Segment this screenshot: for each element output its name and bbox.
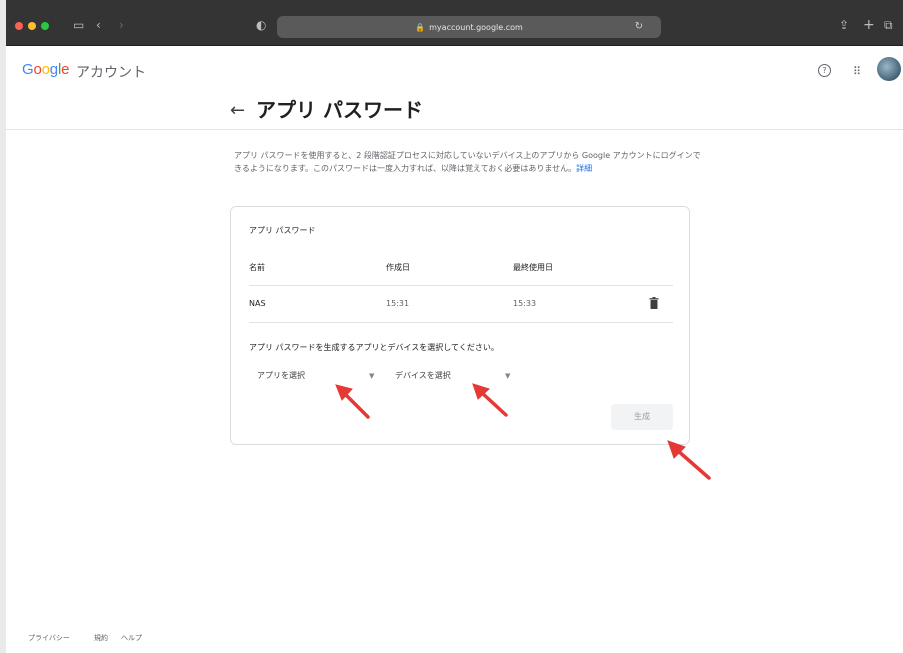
close-window-button[interactable]	[15, 22, 23, 30]
description-text: アプリ パスワードを使用すると、2 段階認証プロセスに対応していないデバイス上の…	[234, 151, 701, 173]
sidebar-icon[interactable]: ▭	[73, 15, 84, 35]
footer-terms-link[interactable]: 規約	[94, 633, 108, 643]
app-select-dropdown[interactable]: アプリを選択 ▼	[257, 365, 377, 387]
device-select-dropdown[interactable]: デバイスを選択 ▼	[395, 365, 517, 387]
card-title: アプリ パスワード	[249, 226, 316, 235]
device-select-value: デバイスを選択	[395, 371, 451, 380]
avatar[interactable]	[877, 57, 901, 81]
select-instruction: アプリ パスワードを生成するアプリとデバイスを選択してください。	[249, 343, 499, 352]
chevron-down-icon: ▼	[369, 372, 375, 380]
tab-overview-icon[interactable]: ⧉	[884, 15, 893, 35]
footer-privacy-link[interactable]: プライバシー	[28, 633, 70, 643]
zoom-window-button[interactable]	[41, 22, 49, 30]
delete-trash-icon[interactable]	[649, 297, 659, 309]
column-header-created: 作成日	[386, 263, 410, 272]
chevron-down-icon: ▼	[505, 372, 511, 380]
minimize-window-button[interactable]	[28, 22, 36, 30]
details-link[interactable]: 詳細	[576, 164, 592, 173]
annotation-arrow-generate	[667, 440, 711, 480]
page-title: アプリ パスワード	[256, 98, 423, 122]
row-last-used: 15:33	[513, 299, 537, 308]
google-logo[interactable]: Google	[22, 61, 69, 78]
page-description: アプリ パスワードを使用すると、2 段階認証プロセスに対応していないデバイス上の…	[234, 149, 704, 175]
forward-nav-icon[interactable]: ›	[119, 15, 124, 35]
column-header-last-used: 最終使用日	[513, 263, 553, 272]
table-divider	[249, 322, 673, 323]
browser-window: ▭ ‹ › ◐ 🔒 myaccount.google.com ↻ ⇪ + ⧉ G…	[6, 0, 903, 653]
apps-grid-icon[interactable]: ⠿	[849, 64, 865, 80]
google-header: Google アカウント ? ⠿	[6, 46, 903, 96]
share-icon[interactable]: ⇪	[839, 15, 849, 35]
column-header-name: 名前	[249, 263, 265, 272]
back-nav-icon[interactable]: ‹	[96, 15, 101, 35]
privacy-shield-icon[interactable]: ◐	[256, 15, 266, 35]
row-name: NAS	[249, 299, 266, 308]
account-label: アカウント	[76, 65, 146, 81]
new-tab-icon[interactable]: +	[863, 15, 875, 35]
generate-button[interactable]: 生成	[611, 404, 673, 430]
help-icon[interactable]: ?	[818, 64, 831, 77]
url-text: myaccount.google.com	[429, 22, 523, 32]
reload-icon[interactable]: ↻	[628, 16, 650, 38]
row-created: 15:31	[386, 299, 410, 308]
address-bar[interactable]: 🔒 myaccount.google.com	[277, 16, 661, 38]
browser-toolbar: ▭ ‹ › ◐ 🔒 myaccount.google.com ↻ ⇪ + ⧉	[6, 0, 903, 46]
footer-help-link[interactable]: ヘルプ	[121, 633, 142, 643]
table-divider	[249, 285, 673, 286]
header-divider	[6, 129, 903, 130]
lock-icon: 🔒	[415, 22, 426, 32]
back-arrow-icon[interactable]: ←	[230, 97, 245, 125]
app-select-value: アプリを選択	[257, 371, 305, 380]
app-passwords-card: アプリ パスワード 名前 作成日 最終使用日 NAS 15:31 15:33 ア…	[230, 206, 690, 445]
